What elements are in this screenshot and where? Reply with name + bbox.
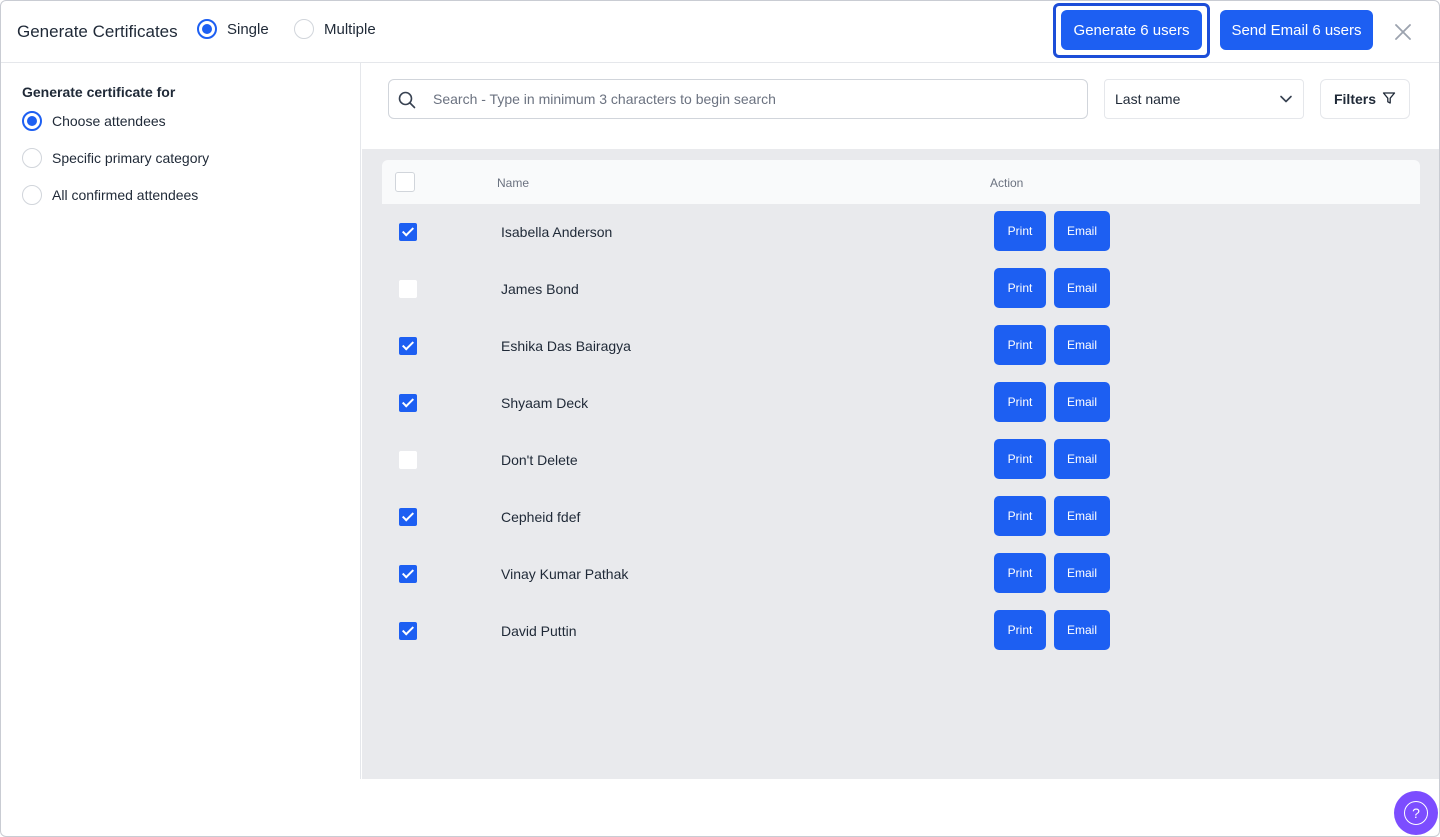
chevron-down-icon — [1279, 92, 1293, 106]
filters-label: Filters — [1333, 91, 1376, 107]
mode-single-option[interactable]: Single — [197, 19, 269, 39]
table-header: Name Action — [382, 160, 1420, 204]
radio-icon[interactable] — [294, 19, 314, 39]
email-button[interactable]: Email — [1054, 382, 1110, 422]
print-button[interactable]: Print — [994, 382, 1046, 422]
option-specific-primary-category[interactable]: Specific primary category — [22, 148, 209, 168]
row-checkbox[interactable] — [399, 394, 417, 412]
attendee-name: Shyaam Deck — [501, 395, 589, 411]
row-checkbox[interactable] — [399, 280, 417, 298]
generate-button[interactable]: Generate 6 users — [1061, 10, 1202, 50]
search-box — [388, 79, 1088, 119]
print-button[interactable]: Print — [994, 610, 1046, 650]
option-choose-attendees[interactable]: Choose attendees — [22, 111, 166, 131]
attendee-name: Isabella Anderson — [501, 224, 613, 240]
attendee-name: Vinay Kumar Pathak — [501, 566, 629, 582]
option-label: Specific primary category — [52, 150, 210, 166]
print-button[interactable]: Print — [994, 553, 1046, 593]
email-button[interactable]: Email — [1054, 268, 1110, 308]
option-all-confirmed-attendees[interactable]: All confirmed attendees — [22, 185, 198, 205]
print-button[interactable]: Print — [994, 211, 1046, 251]
modal-header: Generate Certificates Single Multiple Ge… — [1, 1, 1439, 63]
attendees-table: Name Action Isabella Anderson Print Email J… — [362, 149, 1439, 779]
select-all-checkbox[interactable] — [395, 172, 415, 192]
table-row: Isabella Anderson Print Email — [382, 204, 1420, 261]
toolbar: Last name Filters — [362, 63, 1439, 149]
print-button[interactable]: Print — [994, 496, 1046, 536]
table-row: Vinay Kumar Pathak Print Email — [382, 546, 1420, 603]
generate-certificates-modal: Generate Certificates Single Multiple Ge… — [0, 0, 1440, 837]
right-panel: Last name Filters Name Action Isabella A… — [362, 63, 1439, 779]
email-button[interactable]: Email — [1054, 325, 1110, 365]
row-checkbox[interactable] — [399, 565, 417, 583]
email-button[interactable]: Email — [1054, 439, 1110, 479]
table-row: Don't Delete Print Email — [382, 432, 1420, 489]
attendee-name: David Puttin — [501, 623, 577, 639]
mode-single-label: Single — [227, 20, 269, 38]
search-input[interactable] — [433, 91, 1073, 107]
email-button[interactable]: Email — [1054, 211, 1110, 251]
close-icon[interactable] — [1391, 20, 1415, 44]
option-label: Choose attendees — [52, 113, 166, 129]
send-email-button[interactable]: Send Email 6 users — [1220, 10, 1373, 50]
sort-select-value: Last name — [1115, 91, 1181, 107]
left-panel-heading: Generate certificate for — [22, 84, 176, 100]
print-button[interactable]: Print — [994, 325, 1046, 365]
help-button[interactable]: ? — [1394, 791, 1438, 835]
row-checkbox[interactable] — [399, 337, 417, 355]
table-row: Shyaam Deck Print Email — [382, 375, 1420, 432]
email-button[interactable]: Email — [1054, 553, 1110, 593]
row-checkbox[interactable] — [399, 508, 417, 526]
column-header-action: Action — [990, 176, 1024, 190]
table-row: Eshika Das Bairagya Print Email — [382, 318, 1420, 375]
row-checkbox[interactable] — [399, 223, 417, 241]
option-label: All confirmed attendees — [52, 187, 199, 203]
print-button[interactable]: Print — [994, 439, 1046, 479]
row-checkbox[interactable] — [399, 622, 417, 640]
table-row: James Bond Print Email — [382, 261, 1420, 318]
email-button[interactable]: Email — [1054, 496, 1110, 536]
radio-icon[interactable] — [197, 19, 217, 39]
modal-title: Generate Certificates — [17, 22, 178, 41]
attendee-name: Don't Delete — [501, 452, 578, 468]
radio-icon[interactable] — [22, 111, 42, 131]
attendee-name: James Bond — [501, 281, 579, 297]
attendee-name: Eshika Das Bairagya — [501, 338, 631, 354]
row-checkbox[interactable] — [399, 451, 417, 469]
left-panel: Generate certificate for Choose attendee… — [1, 63, 361, 779]
mode-multiple-option[interactable]: Multiple — [294, 19, 376, 39]
sort-select[interactable]: Last name — [1104, 79, 1304, 119]
table-row: Cepheid fdef Print Email — [382, 489, 1420, 546]
email-button[interactable]: Email — [1054, 610, 1110, 650]
search-icon — [397, 90, 417, 110]
print-button[interactable]: Print — [994, 268, 1046, 308]
radio-icon[interactable] — [22, 185, 42, 205]
column-header-name: Name — [497, 176, 530, 190]
attendee-name: Cepheid fdef — [501, 509, 581, 525]
filters-button[interactable]: Filters — [1320, 79, 1410, 119]
table-row: David Puttin Print Email — [382, 603, 1420, 660]
mode-multiple-label: Multiple — [324, 20, 376, 38]
help-icon: ? — [1404, 801, 1428, 825]
radio-icon[interactable] — [22, 148, 42, 168]
filter-icon — [1382, 91, 1396, 108]
